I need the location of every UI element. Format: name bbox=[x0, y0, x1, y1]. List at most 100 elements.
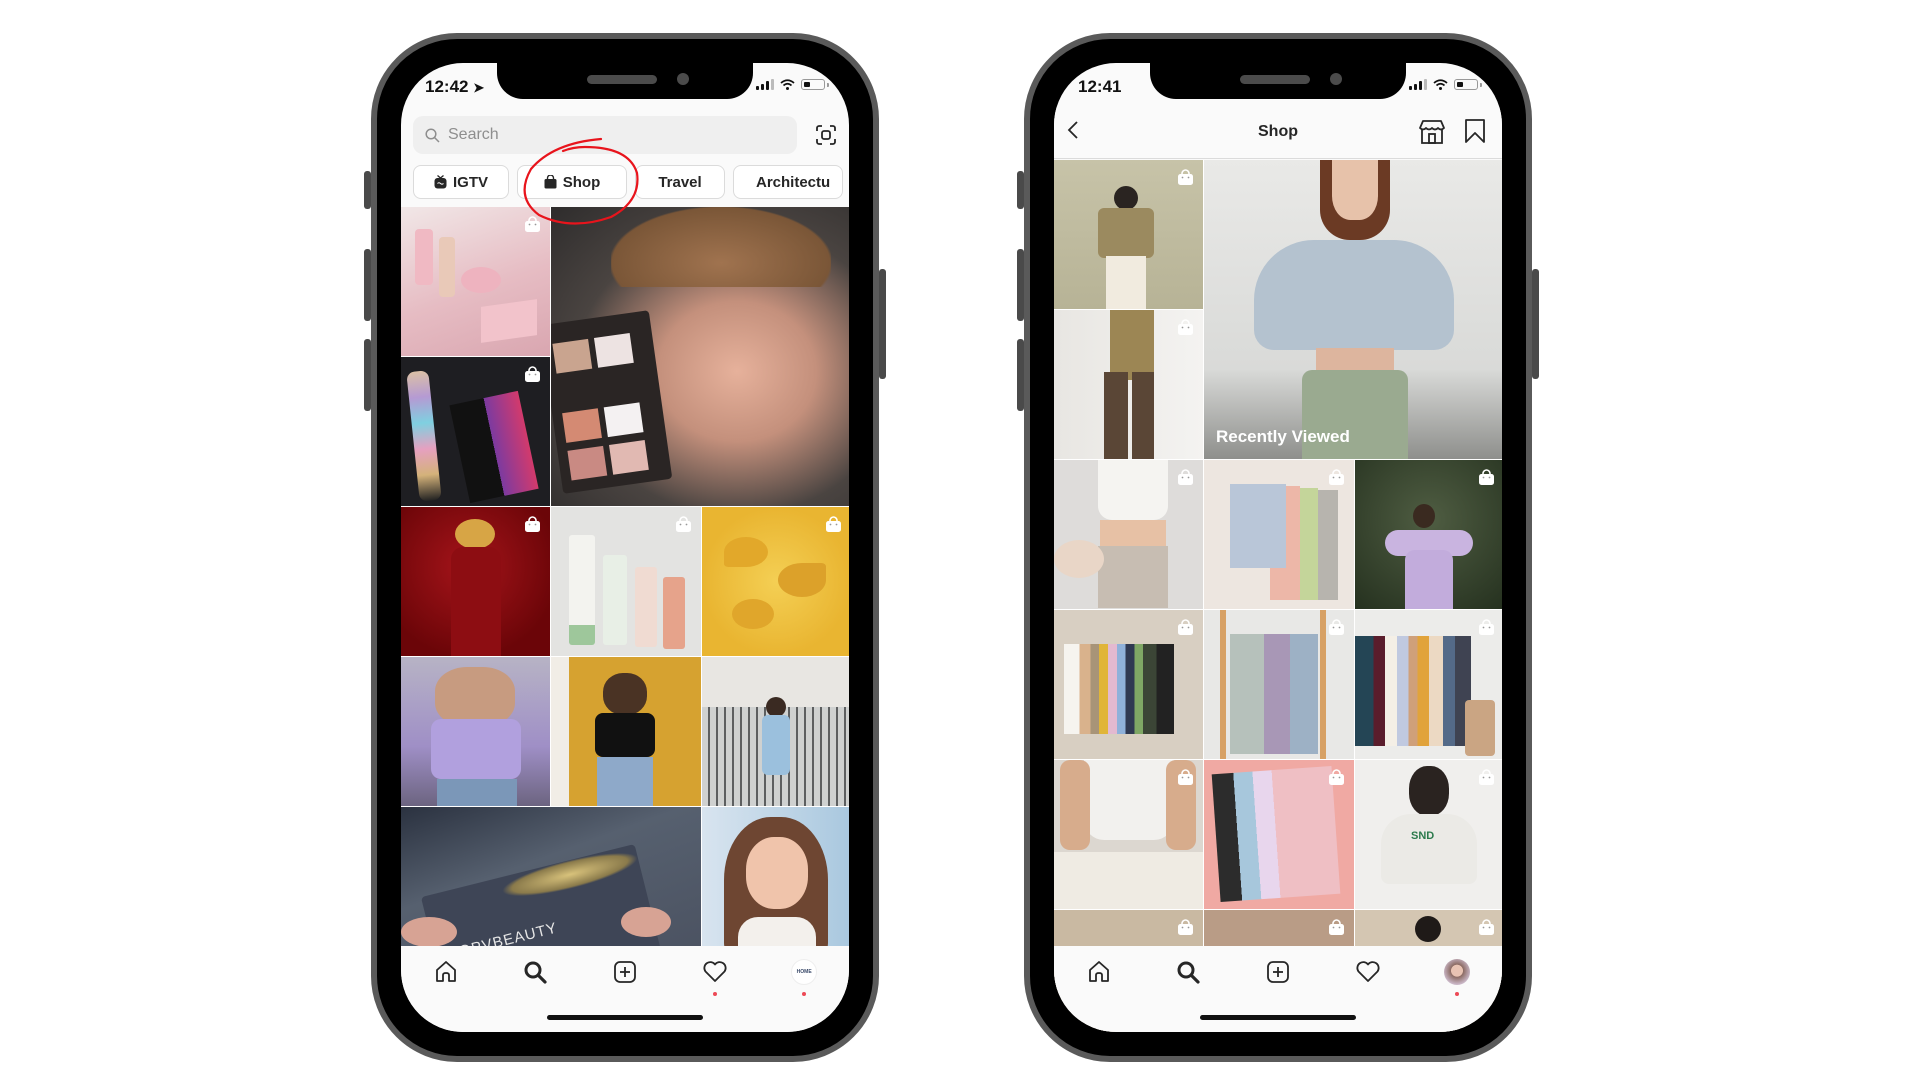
shopping-bag-icon bbox=[1329, 619, 1344, 635]
grid-tile[interactable] bbox=[401, 507, 550, 656]
nav-search[interactable] bbox=[1168, 956, 1208, 988]
chip-label: Travel bbox=[658, 173, 702, 191]
shop-header: Shop bbox=[1054, 107, 1502, 159]
grid-tile[interactable] bbox=[702, 657, 849, 806]
grid-tile[interactable]: SND bbox=[1355, 760, 1502, 909]
volume-up-button bbox=[1017, 249, 1024, 321]
chip-travel[interactable]: Travel bbox=[635, 165, 725, 199]
wifi-icon bbox=[780, 79, 795, 90]
nav-search[interactable] bbox=[515, 956, 555, 988]
nav-new-post[interactable] bbox=[605, 956, 645, 988]
chip-igtv[interactable]: IGTV bbox=[413, 165, 509, 199]
chip-architecture[interactable]: Architectu bbox=[733, 165, 843, 199]
shopping-bag-icon bbox=[1479, 919, 1494, 935]
status-time: 12:41 bbox=[1078, 77, 1121, 97]
shopping-bag-icon bbox=[544, 175, 557, 189]
grid-tile[interactable] bbox=[1355, 610, 1502, 759]
shopping-bag-icon bbox=[525, 516, 540, 532]
nav-activity[interactable] bbox=[695, 956, 735, 996]
battery-tip bbox=[1480, 82, 1482, 87]
igtv-icon bbox=[434, 175, 447, 189]
search-input[interactable]: Search bbox=[413, 116, 797, 154]
location-arrow-icon: ➤ bbox=[473, 80, 485, 95]
grid-tile[interactable] bbox=[401, 207, 550, 356]
grid-tile[interactable] bbox=[1054, 460, 1203, 609]
phone-shop: 12:41 Shop Recently Viewed SND bbox=[1017, 33, 1539, 1062]
notification-dot bbox=[712, 992, 717, 996]
grid-tile[interactable] bbox=[1054, 610, 1203, 759]
topic-chips: IGTV Shop Travel Architectu bbox=[413, 165, 843, 199]
new-post-icon bbox=[614, 961, 636, 983]
front-camera bbox=[677, 73, 689, 85]
battery-icon bbox=[1454, 79, 1478, 90]
saved-button[interactable] bbox=[1464, 118, 1486, 149]
chip-label: Shop bbox=[562, 173, 601, 191]
shopping-bag-icon bbox=[1178, 319, 1193, 335]
bottom-nav: HOME bbox=[401, 946, 849, 1032]
power-button bbox=[879, 269, 886, 379]
nav-activity[interactable] bbox=[1348, 956, 1388, 988]
notification-dot bbox=[1455, 992, 1460, 996]
scan-button[interactable] bbox=[797, 124, 837, 146]
chip-label: IGTV bbox=[452, 173, 488, 191]
shopping-bag-icon bbox=[1178, 619, 1193, 635]
grid-tile[interactable] bbox=[1204, 460, 1354, 609]
volume-down-button bbox=[364, 339, 371, 411]
grid-tile[interactable] bbox=[551, 507, 701, 656]
grid-tile[interactable] bbox=[401, 657, 550, 806]
chip-label: Architectu bbox=[756, 173, 831, 191]
heart-icon bbox=[1356, 961, 1380, 982]
nav-new-post[interactable] bbox=[1258, 956, 1298, 988]
home-icon bbox=[435, 961, 456, 982]
shops-button[interactable] bbox=[1418, 119, 1446, 150]
nav-profile[interactable] bbox=[1437, 956, 1477, 996]
battery-icon bbox=[801, 79, 825, 90]
front-camera bbox=[1330, 73, 1342, 85]
status-time-text: 12:41 bbox=[1078, 77, 1122, 96]
mute-switch bbox=[364, 171, 371, 209]
status-icons bbox=[1409, 79, 1482, 90]
grid-tile[interactable] bbox=[702, 807, 849, 956]
home-indicator[interactable] bbox=[547, 1015, 703, 1020]
volume-down-button bbox=[1017, 339, 1024, 411]
nav-home[interactable] bbox=[426, 956, 466, 988]
search-placeholder: Search bbox=[448, 126, 499, 143]
heart-icon bbox=[703, 961, 727, 982]
search-icon bbox=[524, 961, 547, 984]
status-icons bbox=[756, 79, 829, 90]
chip-shop[interactable]: Shop bbox=[517, 165, 627, 199]
grid-tile-recently-viewed[interactable]: Recently Viewed bbox=[1204, 160, 1502, 459]
grid-tile[interactable] bbox=[1054, 310, 1203, 459]
grid-tile[interactable] bbox=[702, 507, 849, 656]
grid-tile[interactable] bbox=[1054, 760, 1203, 909]
explore-grid: OPVBEAUTY bbox=[401, 207, 849, 956]
shopping-bag-icon bbox=[525, 366, 540, 382]
shopping-bag-icon bbox=[826, 516, 841, 532]
recently-viewed-label: Recently Viewed bbox=[1216, 427, 1350, 446]
shopping-bag-icon bbox=[676, 516, 691, 532]
status-time-text: 12:42 bbox=[425, 77, 469, 96]
grid-tile[interactable] bbox=[401, 357, 550, 506]
nav-home[interactable] bbox=[1079, 956, 1119, 988]
shopping-bag-icon bbox=[1178, 469, 1193, 485]
home-indicator[interactable] bbox=[1200, 1015, 1356, 1020]
nav-profile[interactable]: HOME bbox=[784, 956, 824, 996]
grid-tile-large[interactable] bbox=[551, 207, 849, 506]
shopping-bag-icon bbox=[1479, 619, 1494, 635]
notch bbox=[1150, 63, 1406, 99]
grid-tile[interactable] bbox=[1355, 460, 1502, 609]
shopping-bag-icon bbox=[1329, 919, 1344, 935]
grid-tile[interactable] bbox=[1204, 760, 1354, 909]
search-icon bbox=[1177, 961, 1200, 984]
grid-tile-wide[interactable]: OPVBEAUTY bbox=[401, 807, 701, 956]
shopping-bag-icon bbox=[1329, 769, 1344, 785]
grid-tile[interactable] bbox=[1204, 610, 1354, 759]
shopping-bag-icon bbox=[1178, 919, 1193, 935]
shopping-bag-icon bbox=[1178, 169, 1193, 185]
power-button bbox=[1532, 269, 1539, 379]
home-icon bbox=[1088, 961, 1109, 982]
grid-tile[interactable] bbox=[1054, 160, 1203, 309]
battery-tip bbox=[827, 82, 829, 87]
grid-tile[interactable] bbox=[551, 657, 701, 806]
scan-icon bbox=[816, 125, 836, 145]
